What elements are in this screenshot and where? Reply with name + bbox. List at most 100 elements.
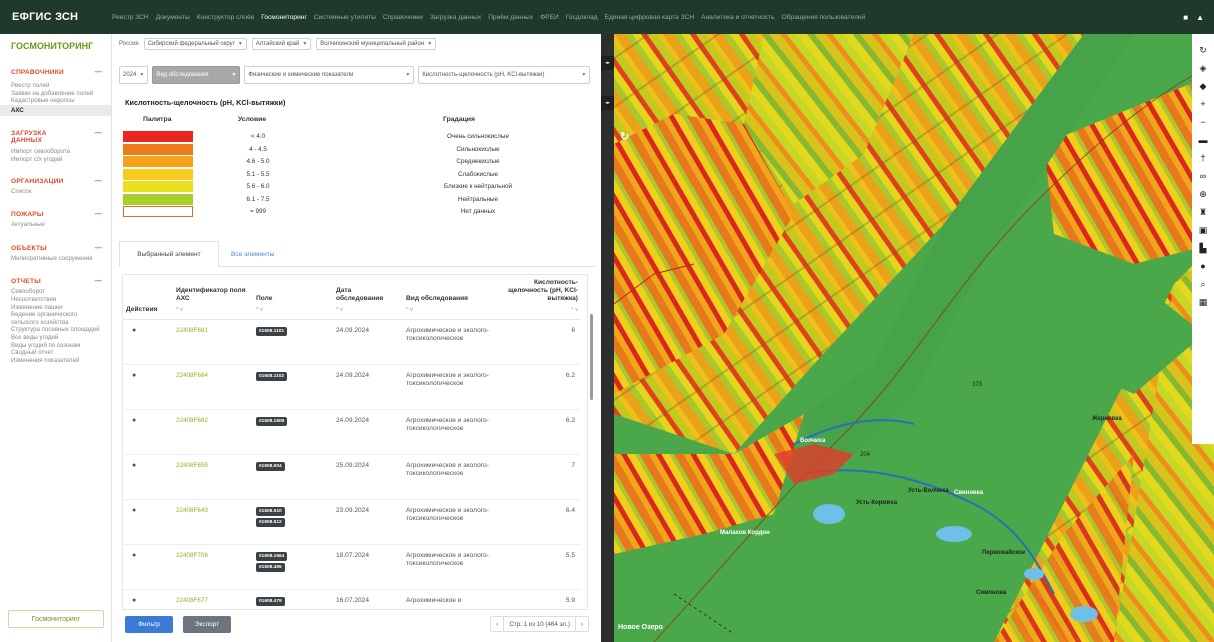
table-row[interactable]: ● 22408F681 01608.1101 24.09.2024 Агрохимиче… xyxy=(123,319,581,365)
pin-icon[interactable]: † xyxy=(1200,152,1205,164)
sidebar-section-directories[interactable]: СПРАВОЧНИКИ — xyxy=(0,69,111,76)
sidebar-item[interactable]: Виды угодий по сезонам xyxy=(0,342,111,350)
field-tag[interactable]: 01608.504 xyxy=(256,462,285,471)
collapse-handle-icon[interactable]: ◂▸ xyxy=(601,56,614,70)
sidebar-item[interactable]: Несоответствия xyxy=(0,296,111,304)
sidebar-item[interactable]: Структура посевных площадей xyxy=(0,326,111,334)
field-tag[interactable]: 01608.512 xyxy=(256,518,285,527)
sidebar-item-active[interactable]: АХС xyxy=(0,104,111,117)
sidebar-section-reports[interactable]: ОТЧЕТЫ — xyxy=(0,278,111,285)
collapse-icon[interactable]: — xyxy=(95,245,102,252)
sidebar-section-organizations[interactable]: ОРГАНИЗАЦИИ — xyxy=(0,178,111,185)
zoom-out-icon[interactable]: − xyxy=(1200,116,1205,128)
sidebar-item[interactable]: Актуальные xyxy=(0,221,111,229)
sidebar-item[interactable]: Изменения показателей xyxy=(0,357,111,365)
col-value[interactable]: Кислотность-щелочность (pH, KCl-вытяжка)… xyxy=(503,275,581,320)
expand-handle-icon[interactable]: ◂▸ xyxy=(601,96,614,110)
locate-on-map-icon[interactable]: ● xyxy=(126,372,136,379)
app-brand[interactable]: ЕФГИС ЗСН xyxy=(0,11,112,23)
field-id-link[interactable]: 22408F677 xyxy=(176,597,208,604)
field-tag[interactable]: 01608.1664 xyxy=(256,552,288,561)
locate-on-map-icon[interactable]: ● xyxy=(126,597,136,604)
sort-icon[interactable]: ^ v xyxy=(336,306,400,314)
year-select[interactable]: 2024 ▼ xyxy=(119,66,149,84)
nav-item[interactable]: Реестр ЗСН xyxy=(112,14,149,21)
tab-selected-element[interactable]: Выбранный элемент xyxy=(119,241,219,267)
region-select[interactable]: Сибирский федеральный округ ▼ xyxy=(143,38,247,50)
indicator-group-select[interactable]: Физические и химические показатели ▼ xyxy=(244,66,415,84)
refresh-icon[interactable]: ↻ xyxy=(1199,44,1207,56)
sidebar-item[interactable]: Список xyxy=(0,188,111,196)
col-field-id[interactable]: Идентификатор поля АХС ^ v xyxy=(173,275,253,320)
field-tag[interactable]: 01608.1101 xyxy=(256,327,288,336)
table-scrollbar[interactable] xyxy=(589,276,594,608)
field-tag[interactable]: 01608.1102 xyxy=(256,372,288,381)
nav-item[interactable]: Справочники xyxy=(383,14,423,21)
field-tag[interactable]: 01608.510 xyxy=(256,507,285,516)
col-field[interactable]: Поле ^ v xyxy=(253,275,333,320)
subject-select[interactable]: Алтайский край ▼ xyxy=(251,38,312,50)
sidebar-section-objects[interactable]: ОБЪЕКТЫ — xyxy=(0,245,111,252)
field-tag[interactable]: 01608.495 xyxy=(256,563,285,572)
field-id-link[interactable]: 22408F682 xyxy=(176,417,208,424)
table-row[interactable]: ● 22408F682 01608.1608 24.09.2024 Агрохимиче… xyxy=(123,409,581,455)
prev-page-icon[interactable]: ‹ xyxy=(491,616,505,632)
indicator-select[interactable]: Кислотность-щелочность (pH, KCl-вытяжки)… xyxy=(418,66,591,84)
export-button[interactable]: Экспорт xyxy=(183,616,231,633)
print-icon[interactable]: ▣ xyxy=(1199,224,1208,236)
field-id-link[interactable]: 22408F684 xyxy=(176,372,208,379)
sidebar-section-upload[interactable]: ЗАГРУЗКА ДАННЫХ — xyxy=(0,130,111,144)
link-icon[interactable]: ∞ xyxy=(1200,170,1206,182)
calculator-icon[interactable]: ▦ xyxy=(1199,296,1208,308)
locate-on-map-icon[interactable]: ● xyxy=(126,327,136,334)
sidebar-item[interactable]: Заявки на добавление полей xyxy=(0,90,111,98)
location-icon[interactable]: ● xyxy=(1200,260,1205,272)
survey-type-select[interactable]: Вид обследования ▼ xyxy=(152,66,241,84)
col-date[interactable]: Дата обследования ^ v xyxy=(333,275,403,320)
field-id-link[interactable]: 22408F643 xyxy=(176,507,208,514)
sort-icon[interactable]: ^ v xyxy=(176,306,250,314)
basemap-icon[interactable]: ◆ xyxy=(1200,80,1207,92)
search-icon[interactable]: ⌕ xyxy=(1200,278,1205,290)
nav-item[interactable]: Документы xyxy=(156,14,190,21)
sort-icon[interactable]: ^ v xyxy=(506,306,578,314)
nav-item[interactable]: Единая цифровая карта ЗСН xyxy=(605,14,694,21)
sidebar-item[interactable]: Кадастровые недопсы xyxy=(0,97,111,105)
field-id-link[interactable]: 22408F659 xyxy=(176,462,208,469)
panel-divider[interactable]: ◂▸ ◂▸ xyxy=(601,34,614,642)
sort-icon[interactable]: ^ v xyxy=(406,306,500,314)
tab-all-elements[interactable]: Все элементы xyxy=(231,251,275,258)
table-row[interactable]: ● 22408F677 01608.479 16.07.2024 Агрохимичес… xyxy=(123,589,581,609)
ruler-icon[interactable]: ▬ xyxy=(1199,134,1208,146)
table-row[interactable]: ● 22408F684 01608.1102 24.09.2024 Агрохимиче… xyxy=(123,364,581,410)
table-row[interactable]: ● 22408F643 01608.510 01608.512 23.09.2024 Аг… xyxy=(123,499,581,545)
refresh-icon[interactable]: ↻ xyxy=(620,130,629,143)
nav-item[interactable]: Конструктор слоёв xyxy=(197,14,254,21)
collapse-icon[interactable]: — xyxy=(95,69,102,76)
collapse-icon[interactable]: — xyxy=(95,278,102,285)
locate-on-map-icon[interactable]: ● xyxy=(126,552,136,559)
nav-item[interactable]: Системные утилиты xyxy=(314,14,376,21)
sidebar-item[interactable]: Изменение пашни xyxy=(0,304,111,312)
nav-item[interactable]: ФРЕИ xyxy=(540,14,559,21)
sidebar-item[interactable]: Импорт с/х угодий xyxy=(0,156,111,164)
sidebar-item[interactable]: Мелиоративные сооружения xyxy=(0,255,111,263)
sidebar-item[interactable]: Реестр полей xyxy=(0,82,111,90)
nav-item[interactable]: Аналитика и отчетность xyxy=(701,14,775,21)
map-view[interactable]: Волчиха Усть-Волчиха Жерновка Малахов Ко… xyxy=(614,34,1214,642)
scrollbar-thumb[interactable] xyxy=(590,314,593,400)
field-id-link[interactable]: 22408F706 xyxy=(176,552,208,559)
sidebar-item[interactable]: Импорт севооборота xyxy=(0,148,111,156)
table-row[interactable]: ● 22408F659 01608.504 25.09.2024 Агрохимичес… xyxy=(123,454,581,500)
zoom-in-icon[interactable]: + xyxy=(1200,98,1205,110)
sidebar-item[interactable]: Севооборот xyxy=(0,288,111,296)
chat-icon[interactable]: ■ xyxy=(1183,13,1188,22)
district-select[interactable]: Волчихинский муниципальный район ▼ xyxy=(316,38,437,50)
nav-item[interactable]: Загрузка данных xyxy=(430,14,481,21)
nav-item[interactable]: Приём данных xyxy=(488,14,533,21)
col-survey[interactable]: Вид обследования ^ v xyxy=(403,275,503,320)
locate-on-map-icon[interactable]: ● xyxy=(126,462,136,469)
map-canvas[interactable] xyxy=(614,34,1214,642)
sidebar-section-fires[interactable]: ПОЖАРЫ — xyxy=(0,211,111,218)
sidebar-item[interactable]: Ведение органического сельского хозяйств… xyxy=(0,311,111,326)
